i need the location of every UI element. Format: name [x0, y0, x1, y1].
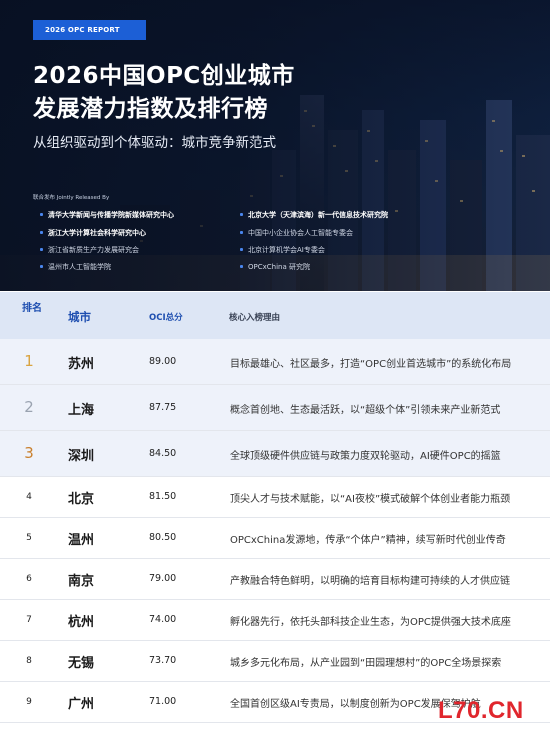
rank-cell: 1	[24, 352, 34, 370]
org-zju: 浙江大学计算社会科学研究中心	[40, 228, 146, 238]
report-tag: 2026 OPC REPORT	[33, 20, 146, 40]
table-row: 4 北京 81.50 顶尖人才与技术赋能，以“AI夜校”模式破解个体创业者能力瓶颈	[0, 477, 550, 518]
report-title-line-2: 发展潜力指数及排行榜	[33, 96, 268, 122]
city-cell: 南京	[68, 574, 95, 589]
rank-cell: 2	[24, 398, 34, 416]
city-cell: 无锡	[68, 656, 95, 671]
org-sme-association: 中国中小企业协会人工智能专委会	[240, 228, 353, 238]
report-subtitle: 从组织驱动到个体驱动：城市竞争新范式	[33, 135, 276, 151]
oci-score-cell: 71.00	[149, 696, 177, 707]
city-cell: 北京	[68, 492, 95, 507]
rank-cell: 3	[24, 444, 34, 462]
org-opcxchina: OPCxChina 研究院	[240, 262, 310, 272]
city-cell: 杭州	[68, 615, 95, 630]
table-row: 3 深圳 84.50 全球顶级硬件供应链与政策力度双轮驱动，AI硬件OPC的摇篮	[0, 431, 550, 477]
oci-score-cell: 80.50	[149, 532, 177, 543]
reason-cell: OPCxChina发源地，传承“个体户”精神，续写新时代创业传奇	[230, 535, 506, 546]
city-cell: 苏州	[68, 357, 95, 372]
oci-score-cell: 87.75	[149, 402, 177, 413]
table-row: 5 温州 80.50 OPCxChina发源地，传承“个体户”精神，续写新时代创业传奇	[0, 518, 550, 559]
org-pku: 北京大学（天津滨海）新一代信息技术研究院	[240, 210, 388, 220]
oci-score-cell: 81.50	[149, 491, 177, 502]
table-row: 7 杭州 74.00 孵化器先行，依托头部科技企业生态，为OPC提供强大技术底座	[0, 600, 550, 641]
city-cell: 广州	[68, 697, 95, 712]
org-tsinghua: 清华大学新闻与传播学院新媒体研究中心	[40, 210, 174, 220]
reason-cell: 目标最雄心、社区最多，打造“OPC创业首选城市”的系统化布局	[230, 359, 512, 370]
reason-cell: 概念首创地、生态最活跃，以“超级个体”引领未来产业新范式	[230, 405, 501, 416]
city-cell: 温州	[68, 533, 95, 548]
header-oci-score: OCI总分	[149, 313, 183, 323]
oci-score-cell: 73.70	[149, 655, 177, 666]
header-rank: 排名	[22, 303, 42, 314]
report-title-line-1: 2026中国OPC创业城市	[33, 63, 295, 89]
header-reason: 核心入榜理由	[229, 313, 281, 323]
oci-score-cell: 74.00	[149, 614, 177, 625]
report-hero: 2026 OPC REPORT 2026中国OPC创业城市 发展潜力指数及排行榜…	[0, 0, 550, 291]
table-header: 排名 城市 OCI总分 核心入榜理由	[0, 292, 550, 339]
rank-cell: 7	[26, 615, 32, 625]
rank-cell: 6	[26, 574, 32, 584]
rank-cell: 4	[26, 492, 32, 502]
rank-cell: 5	[26, 533, 32, 543]
ranking-table: 排名 城市 OCI总分 核心入榜理由 1 苏州 89.00 目标最雄心、社区最多，打造…	[0, 292, 550, 736]
reason-cell: 城乡多元化布局，从产业园到“田园理想村”的OPC全场景探索	[230, 658, 502, 669]
table-row: 1 苏州 89.00 目标最雄心、社区最多，打造“OPC创业首选城市”的系统化布局	[0, 339, 550, 385]
rank-cell: 8	[26, 656, 32, 666]
org-zhejiang-society: 浙江省新质生产力发展研究会	[40, 245, 139, 255]
reason-cell: 孵化器先行，依托头部科技企业生态，为OPC提供强大技术底座	[230, 617, 511, 628]
table-row: 6 南京 79.00 产教融合特色鲜明，以明确的培育目标构建可持续的人才供应链	[0, 559, 550, 600]
oci-score-cell: 79.00	[149, 573, 177, 584]
reason-cell: 顶尖人才与技术赋能，以“AI夜校”模式破解个体创业者能力瓶颈	[230, 494, 511, 505]
org-beijing-computer: 北京计算机学会AI专委会	[240, 245, 325, 255]
city-cell: 深圳	[68, 449, 95, 464]
table-row: 2 上海 87.75 概念首创地、生态最活跃，以“超级个体”引领未来产业新范式	[0, 385, 550, 431]
header-city: 城市	[68, 310, 91, 324]
jointly-released-label: 联合发布 Jointly Released By	[33, 195, 110, 201]
reason-cell: 全球顶级硬件供应链与政策力度双轮驱动，AI硬件OPC的摇篮	[230, 451, 501, 462]
rank-cell: 9	[26, 697, 32, 707]
table-row: 8 无锡 73.70 城乡多元化布局，从产业园到“田园理想村”的OPC全场景探索	[0, 641, 550, 682]
reason-cell: 产教融合特色鲜明，以明确的培育目标构建可持续的人才供应链	[230, 576, 510, 587]
site-watermark: L70.CN	[438, 697, 524, 724]
org-wenzhou-ai: 温州市人工智能学院	[40, 262, 111, 272]
city-cell: 上海	[68, 403, 95, 418]
oci-score-cell: 89.00	[149, 356, 177, 367]
oci-score-cell: 84.50	[149, 448, 177, 459]
